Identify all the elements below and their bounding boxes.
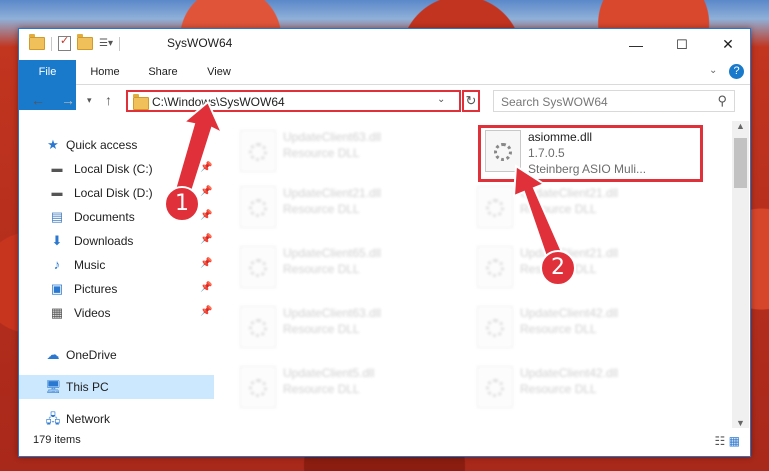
list-item[interactable]: UpdateClient42.dll Resource DLL (472, 361, 702, 411)
dll-file-icon (240, 366, 276, 408)
list-item[interactable]: UpdateClient5.dll Resource DLL (235, 361, 465, 411)
refresh-button[interactable]: ↻ (462, 90, 480, 112)
drive-icon: ▬ (51, 163, 63, 175)
item-count: 179 items (33, 434, 81, 446)
address-row: ← → ▾ ↑ C:\Windows\SysWOW64 ⌄ ↻ Search S… (19, 84, 750, 117)
dll-file-icon (240, 186, 276, 228)
dll-file-icon (477, 186, 513, 228)
status-bar: 179 items ☷ ▦ (19, 428, 750, 456)
title-bar: ☰▾ SysWOW64 — ☐ ✕ (19, 29, 750, 60)
search-placeholder: Search SysWOW64 (501, 95, 608, 109)
download-icon: ⬇ (51, 233, 63, 248)
pin-icon[interactable]: 📌 (200, 186, 212, 197)
list-item[interactable]: UpdateClient63.dll Resource DLL (235, 125, 465, 175)
dll-file-icon (240, 130, 276, 172)
sidebar-item-music[interactable]: ♪ Music 📌 (19, 253, 214, 277)
music-icon: ♪ (53, 257, 61, 272)
close-button[interactable]: ✕ (705, 29, 751, 60)
forward-icon[interactable]: → (61, 92, 75, 108)
dll-file-icon (240, 306, 276, 348)
callout-badge-1: 1 (164, 186, 200, 222)
explorer-window: ☰▾ SysWOW64 — ☐ ✕ File Home Share View ⌄… (18, 28, 751, 457)
highlight-box (478, 125, 703, 182)
network-icon: 🖧 (45, 411, 61, 426)
minimize-button[interactable]: — (613, 29, 659, 60)
window-title: SysWOW64 (167, 36, 233, 50)
list-item[interactable]: UpdateClient21.dll Resource DLL (235, 181, 465, 231)
dll-file-icon (240, 246, 276, 288)
folder-icon (29, 34, 45, 50)
address-bar[interactable]: C:\Windows\SysWOW64 ⌄ (126, 90, 461, 112)
pin-icon[interactable]: 📌 (200, 306, 212, 317)
ribbon: File Home Share View ⌄ ? (19, 60, 750, 110)
help-icon[interactable]: ? (729, 64, 744, 79)
list-item[interactable]: UpdateClient42.dll Resource DLL (472, 301, 702, 351)
address-path: C:\Windows\SysWOW64 (152, 95, 285, 109)
search-input[interactable]: Search SysWOW64 ⚲ (493, 90, 735, 112)
pin-icon[interactable]: 📌 (200, 282, 212, 293)
sidebar-item-downloads[interactable]: ⬇ Downloads 📌 (19, 229, 214, 253)
list-item[interactable]: UpdateClient21.dll Resource DLL (472, 181, 702, 231)
list-item[interactable]: UpdateClient21.dll Resource DLL (472, 241, 702, 291)
navigation-pane: ★ Quick access ▬ Local Disk (C:) 📌 ▬ Loc… (19, 121, 214, 427)
dll-file-icon (477, 246, 513, 288)
tab-home[interactable]: Home (82, 60, 128, 84)
large-icons-view-icon[interactable]: ▦ (729, 434, 740, 448)
list-item[interactable]: UpdateClient65.dll Resource DLL (235, 241, 465, 291)
sidebar-item-quick-access[interactable]: ★ Quick access (19, 133, 214, 157)
details-view-icon[interactable]: ☷ (715, 434, 726, 448)
pin-icon[interactable]: 📌 (200, 210, 212, 221)
dll-file-icon (477, 306, 513, 348)
sidebar-item-videos[interactable]: ▦ Videos 📌 (19, 301, 214, 325)
scroll-up-icon[interactable]: ▲ (736, 121, 745, 131)
tab-view[interactable]: View (197, 60, 241, 84)
dll-file-icon (477, 366, 513, 408)
pictures-icon: ▣ (50, 281, 64, 296)
sidebar-item-pictures[interactable]: ▣ Pictures 📌 (19, 277, 214, 301)
view-toggle[interactable]: ☷ ▦ (715, 434, 740, 448)
pin-icon[interactable]: 📌 (200, 162, 212, 173)
videos-icon: ▦ (50, 305, 64, 320)
pin-icon[interactable]: 📌 (200, 234, 212, 245)
up-icon[interactable]: ↑ (105, 92, 112, 108)
properties-icon[interactable] (58, 34, 71, 51)
vertical-scrollbar[interactable]: ▲ ▼ (732, 121, 749, 428)
scroll-down-icon[interactable]: ▼ (736, 418, 745, 428)
sidebar-item-onedrive[interactable]: ☁ OneDrive (19, 343, 214, 367)
list-item[interactable]: UpdateClient63.dll Resource DLL (235, 301, 465, 351)
pin-icon[interactable]: 📌 (200, 258, 212, 269)
back-icon[interactable]: ← (31, 92, 45, 108)
sidebar-item-this-pc[interactable]: 🖥 This PC (19, 375, 214, 399)
maximize-button[interactable]: ☐ (659, 29, 705, 60)
scrollbar-thumb[interactable] (734, 138, 747, 188)
search-icon: ⚲ (717, 93, 727, 108)
sidebar-item-local-disk-c[interactable]: ▬ Local Disk (C:) 📌 (19, 157, 214, 181)
quick-access-toolbar: ☰▾ (29, 34, 120, 51)
documents-icon: ▤ (50, 209, 64, 224)
star-icon: ★ (47, 137, 59, 152)
folder-icon (133, 94, 149, 110)
expand-ribbon-icon[interactable]: ⌄ (709, 65, 717, 76)
recent-locations-icon[interactable]: ▾ (87, 95, 92, 106)
callout-badge-2: 2 (540, 250, 576, 286)
new-folder-icon[interactable] (77, 34, 93, 50)
drive-icon: ▬ (51, 187, 63, 199)
computer-icon: 🖥 (45, 379, 62, 394)
chevron-down-icon[interactable]: ⌄ (437, 94, 445, 105)
customize-icon[interactable]: ☰▾ (99, 38, 113, 49)
cloud-icon: ☁ (46, 347, 60, 362)
tab-share[interactable]: Share (141, 60, 185, 84)
